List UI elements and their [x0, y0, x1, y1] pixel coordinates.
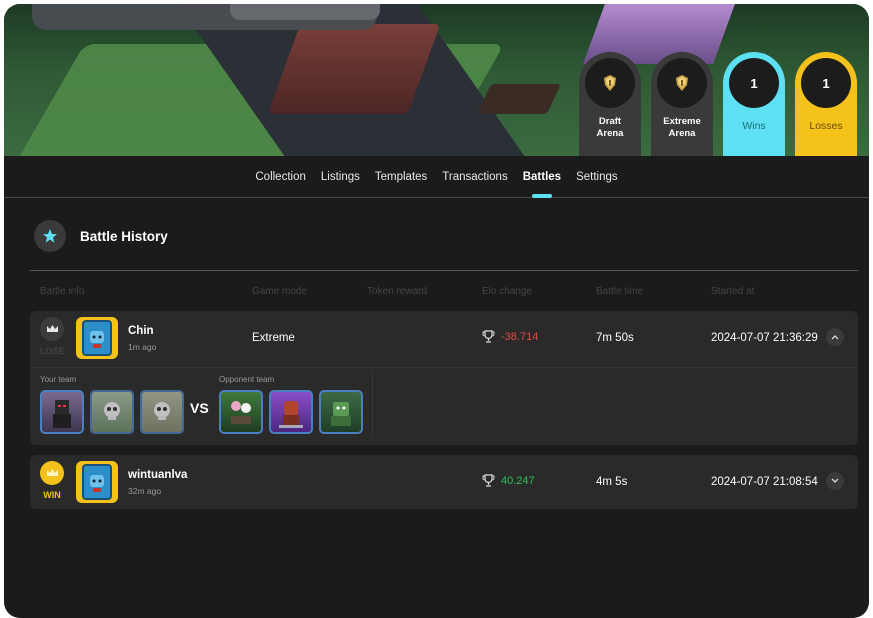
wins-label: Wins [742, 120, 766, 132]
your-team-label: Your team [40, 375, 77, 384]
your-team-card[interactable] [40, 390, 84, 434]
game-mode: Extreme [252, 332, 295, 344]
column-header: Battle time [596, 286, 644, 297]
arena-shield-icon [585, 58, 635, 108]
crown-icon [40, 461, 64, 485]
tab-transactions[interactable]: Transactions [442, 171, 507, 183]
result-badge: WIN [43, 490, 61, 500]
elo-change-value: 40.247 [501, 474, 535, 487]
battle-time-ago: 1m ago [128, 342, 157, 352]
vs-label: VS [190, 400, 209, 416]
opponent-team-card[interactable] [219, 390, 263, 434]
result-badge: LOSE [40, 346, 65, 356]
divider [372, 374, 373, 434]
chevron-up-icon[interactable] [826, 328, 844, 346]
opponent-team-label: Opponent team [219, 375, 275, 384]
arena-shield-icon [657, 58, 707, 108]
opponent-team-card[interactable] [269, 390, 313, 434]
battle-history-title: Battle History [80, 228, 168, 244]
crown-icon [40, 317, 64, 341]
tab-templates[interactable]: Templates [375, 171, 427, 183]
stat-draft-arena[interactable]: Draft Arena [579, 52, 641, 156]
elo-change: -38.714 [482, 330, 538, 343]
stat-extreme-arena[interactable]: Extreme Arena [651, 52, 713, 156]
opponent-name: Chin [128, 325, 154, 337]
battle-row[interactable]: WIN wintuanlva 32m ago 40.247 4m 5s 2024… [30, 455, 858, 509]
battle-history-header: Battle History [30, 214, 858, 258]
trophy-icon [482, 474, 495, 487]
battle-duration: 4m 5s [596, 476, 628, 488]
your-team-card[interactable] [140, 390, 184, 434]
column-header: Started at [711, 286, 755, 297]
your-team-card[interactable] [90, 390, 134, 434]
stat-wins: 1 Wins [723, 52, 785, 156]
avatar [76, 461, 118, 503]
wins-count: 1 [729, 58, 779, 108]
column-header: Game mode [252, 286, 308, 297]
app-frame: Draft Arena Extreme Arena 1 Wins 1 Losses … [4, 4, 869, 618]
started-at: 2024-07-07 21:36:29 [711, 332, 818, 344]
column-header: Battle info [40, 286, 85, 297]
profile-banner: Draft Arena Extreme Arena 1 Wins 1 Losses [4, 4, 869, 156]
trophy-icon [482, 330, 495, 343]
tab-settings[interactable]: Settings [576, 171, 618, 183]
tab-battles[interactable]: Battles [523, 171, 561, 183]
tab-listings[interactable]: Listings [321, 171, 360, 183]
battle-duration: 7m 50s [596, 332, 634, 344]
profile-tabs: Collection Listings Templates Transactio… [4, 156, 869, 198]
elo-change: 40.247 [482, 474, 535, 487]
battle-time-ago: 32m ago [128, 486, 162, 496]
star-icon [34, 220, 66, 252]
opponent-team-card[interactable] [319, 390, 363, 434]
column-header: Token reward [367, 286, 428, 297]
avatar [76, 317, 118, 359]
table-header: Battle info Game mode Token reward Elo c… [30, 271, 858, 311]
started-at: 2024-07-07 21:08:54 [711, 476, 818, 488]
elo-change-value: -38.714 [501, 330, 539, 343]
battle-history-panel: Battle History Battle info Game mode Tok… [30, 214, 858, 509]
losses-count: 1 [801, 58, 851, 108]
losses-label: Losses [809, 120, 843, 132]
battle-teams: Your team Opponent team VS [30, 367, 858, 445]
column-header: Elo change [482, 286, 533, 297]
chevron-down-icon[interactable] [826, 472, 844, 490]
stat-losses: 1 Losses [795, 52, 857, 156]
tab-collection[interactable]: Collection [255, 171, 306, 183]
battle-row[interactable]: LOSE Chin 1m ago Extreme -38.714 7m 50s … [30, 311, 858, 445]
banner-top-bar-handle [230, 4, 380, 20]
opponent-name: wintuanlva [128, 469, 188, 481]
